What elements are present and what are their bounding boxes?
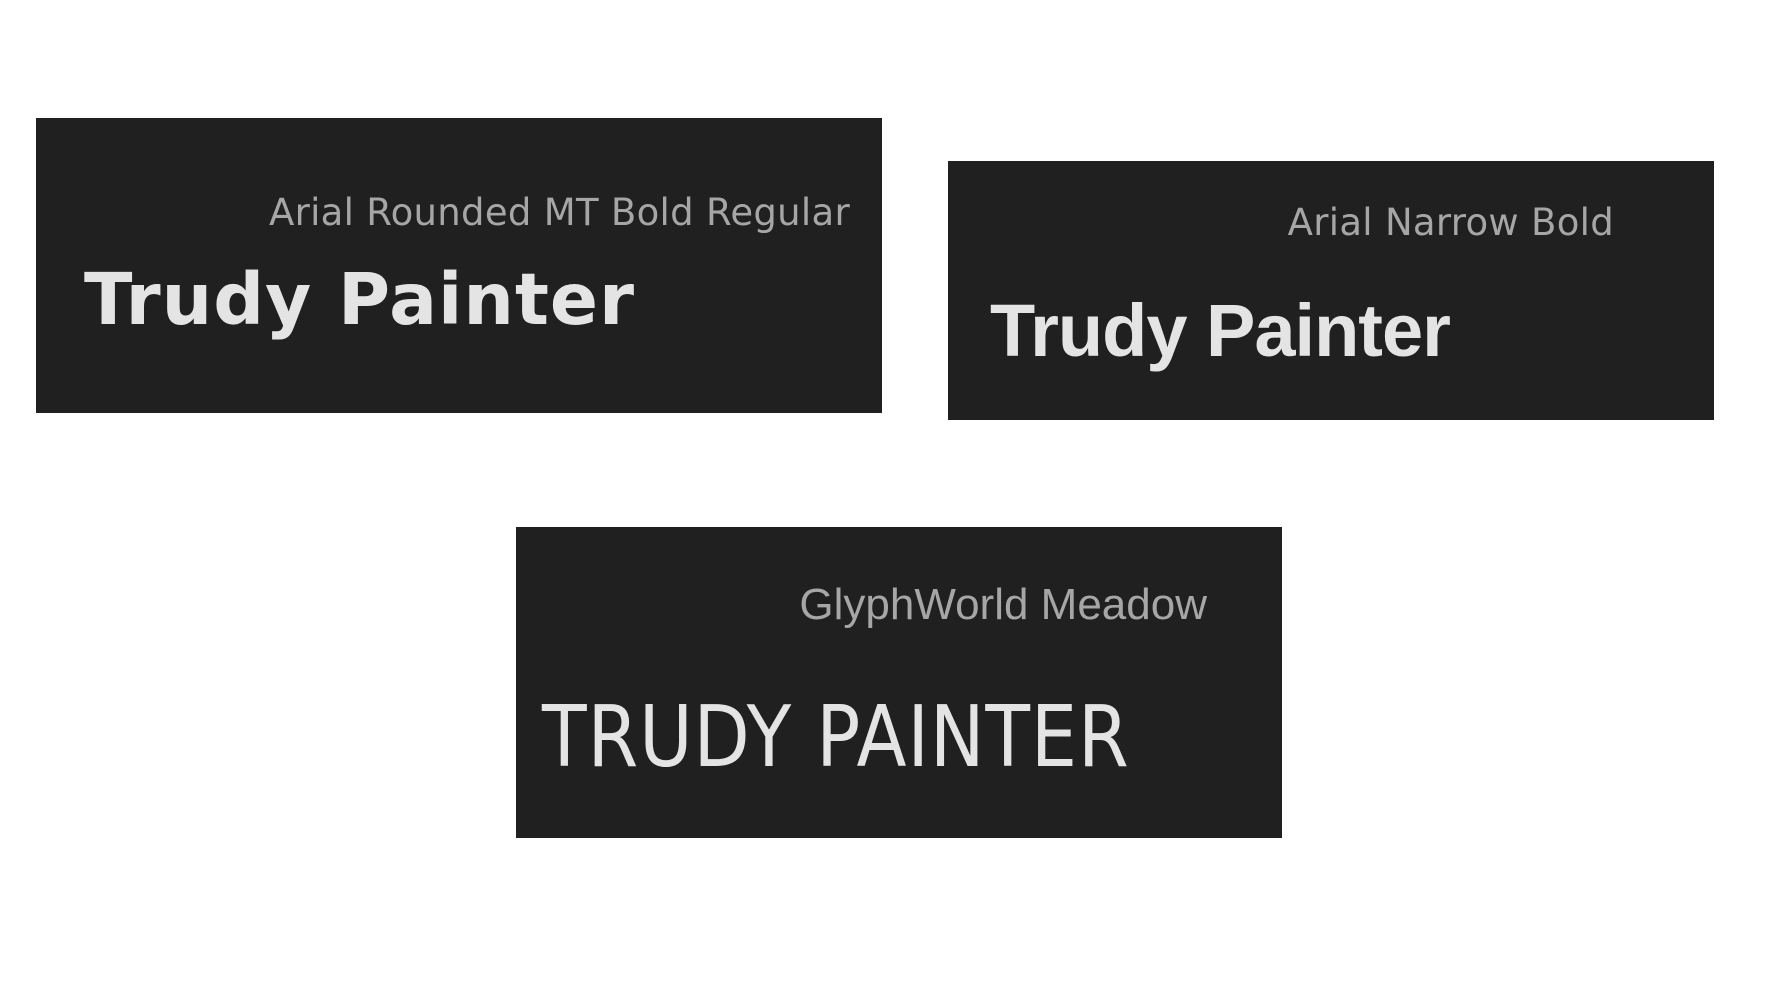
font-sample-text: Trudy Painter — [84, 258, 636, 341]
font-preview-card[interactable]: Arial Narrow Bold Trudy Painter — [948, 161, 1714, 420]
font-preview-card[interactable]: GlyphWorld Meadow TRUDY PAINTER — [516, 527, 1282, 838]
font-name-label: GlyphWorld Meadow — [799, 580, 1207, 629]
font-preview-card[interactable]: Arial Rounded MT Bold Regular Trudy Pain… — [36, 118, 882, 413]
font-sample-text: TRUDY PAINTER — [542, 688, 1130, 787]
font-sample-text: Trudy Painter — [990, 289, 1451, 372]
font-name-label: Arial Narrow Bold — [1287, 201, 1614, 244]
font-name-label: Arial Rounded MT Bold Regular — [268, 191, 850, 234]
